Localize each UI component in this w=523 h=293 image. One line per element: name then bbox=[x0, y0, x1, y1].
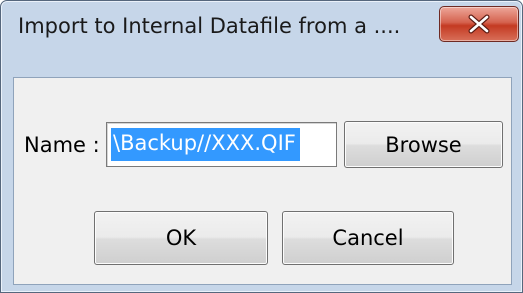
name-label: Name : bbox=[24, 133, 100, 157]
ok-button[interactable]: OK bbox=[94, 211, 268, 265]
close-button[interactable] bbox=[439, 6, 519, 42]
dialog-title: Import to Internal Datafile from a .... bbox=[18, 14, 401, 38]
name-input-value: \Backup//XXX.QIF bbox=[111, 128, 300, 161]
browse-button[interactable]: Browse bbox=[344, 121, 503, 168]
name-input[interactable]: \Backup//XXX.QIF bbox=[106, 122, 337, 167]
title-bar[interactable]: Import to Internal Datafile from a .... bbox=[2, 2, 521, 76]
import-dialog-window: Import to Internal Datafile from a .... … bbox=[0, 0, 523, 293]
close-icon bbox=[468, 14, 490, 34]
cancel-button[interactable]: Cancel bbox=[282, 211, 454, 265]
dialog-client-area: Name : \Backup//XXX.QIF Browse OK Cancel bbox=[13, 77, 512, 285]
